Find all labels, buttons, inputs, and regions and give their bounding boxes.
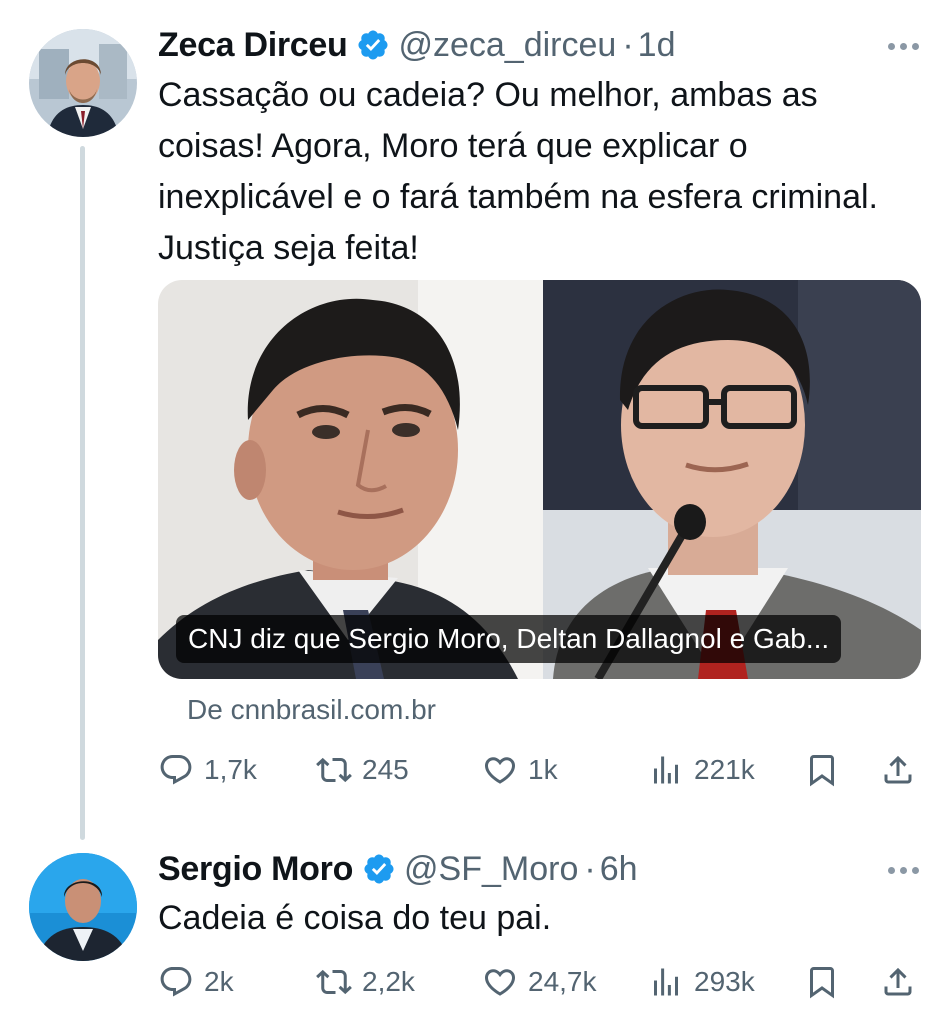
retweet-button[interactable]: 2,2k [316,960,415,1004]
card-headline: CNJ diz que Sergio Moro, Deltan Dallagno… [176,615,842,663]
more-dots-icon [888,43,895,50]
timestamp[interactable]: 6h [600,849,638,889]
more-options-button[interactable] [888,867,919,874]
display-name[interactable]: Zeca Dirceu [158,25,348,65]
reply-count: 1,7k [204,754,257,785]
reply-button[interactable]: 2k [158,960,234,1004]
like-button[interactable]: 24,7k [482,960,597,1004]
separator-dot: · [622,26,634,64]
share-button[interactable] [880,748,916,792]
reply-bubble-icon [160,967,192,997]
reply-button[interactable]: 1,7k [158,748,257,792]
share-icon [884,755,912,784]
user-handle[interactable]: @SF_Moro [404,849,578,889]
heart-icon [484,757,516,784]
tweet-thread: Zeca Dirceu @zeca_dirceu · 1d Cassação o… [0,0,951,1024]
retweet-count: 2,2k [362,966,415,997]
verified-badge-icon [364,854,394,884]
reply-bubble-icon [160,755,192,785]
tweet-header: Zeca Dirceu @zeca_dirceu · 1d [158,25,675,65]
views-count: 221k [694,754,755,785]
bookmark-icon [810,967,834,999]
views-bars-icon [654,756,678,784]
bookmark-button[interactable] [804,960,840,1004]
timestamp[interactable]: 1d [638,25,676,65]
thread-connector-line [80,146,85,840]
bookmark-button[interactable] [804,748,840,792]
retweet-icon [316,969,352,995]
verified-badge-icon [358,30,388,60]
user-handle[interactable]: @zeca_dirceu [398,25,616,65]
tweet-actions: 2k 2,2k 24,7k 293k [158,960,921,1004]
share-icon [884,967,912,996]
views-count: 293k [694,966,755,997]
tweet-actions: 1,7k 245 1k 221k [158,748,921,792]
reply-count: 2k [204,966,234,997]
views-button[interactable]: 293k [648,960,755,1004]
views-button[interactable]: 221k [648,748,755,792]
retweet-button[interactable]: 245 [316,748,409,792]
heart-icon [484,969,516,996]
like-count: 24,7k [528,966,597,997]
share-button[interactable] [880,960,916,1004]
more-options-button[interactable] [888,43,919,50]
card-source-domain[interactable]: De cnnbrasil.com.br [187,690,436,730]
avatar-zeca-dirceu[interactable] [29,29,137,137]
tweet-text: Cadeia é coisa do teu pai. [158,899,552,937]
views-bars-icon [654,968,678,996]
tweet-header: Sergio Moro @SF_Moro · 6h [158,849,638,889]
display-name[interactable]: Sergio Moro [158,849,353,889]
retweet-icon [316,757,352,783]
more-dots-icon [888,867,895,874]
bookmark-icon [810,755,834,787]
link-preview-card[interactable]: CNJ diz que Sergio Moro, Deltan Dallagno… [158,280,921,679]
like-button[interactable]: 1k [482,748,558,792]
retweet-count: 245 [362,754,409,785]
separator-dot: · [584,850,596,888]
like-count: 1k [528,754,558,785]
tweet-text: Cassação ou cadeia? Ou melhor, ambas as … [158,76,878,267]
avatar-sergio-moro[interactable] [29,853,137,961]
